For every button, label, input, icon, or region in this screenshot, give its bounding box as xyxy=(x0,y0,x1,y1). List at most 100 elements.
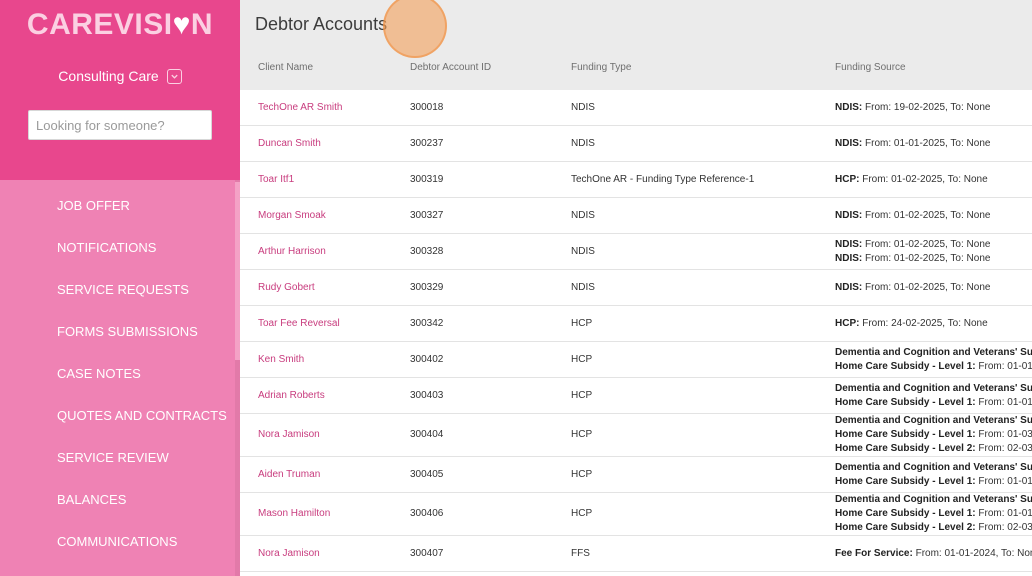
column-header-debtor-account-id[interactable]: Debtor Account ID xyxy=(410,62,491,73)
sidebar-item-balances[interactable]: BALANCES xyxy=(0,479,240,521)
debtor-account-id: 300407 xyxy=(410,547,444,559)
client-name-link[interactable]: TechOne AR Smith xyxy=(258,102,342,113)
funding-source-value: From: 01-01-2 xyxy=(978,360,1032,372)
funding-source-label: NDIS: xyxy=(835,101,863,113)
funding-source-value: From: 01-01-2 xyxy=(978,475,1032,487)
organization-switcher[interactable]: Consulting Care xyxy=(0,68,240,84)
client-name-link[interactable]: Nora Jamison xyxy=(258,548,320,559)
table-row[interactable]: Nora Jamison 300407 FFS Fee For Service: Fr… xyxy=(240,536,1032,572)
table-row[interactable]: Arthur Harrison 300328 NDIS NDIS: From: 01-… xyxy=(240,234,1032,270)
column-header-funding-type[interactable]: Funding Type xyxy=(571,62,631,73)
funding-type: NDIS xyxy=(571,245,595,257)
funding-source: Dementia and Cognition and Veterans' Sup… xyxy=(835,461,1032,489)
debtor-account-id: 300237 xyxy=(410,137,444,149)
table-row[interactable]: Duncan Smith 300237 NDIS NDIS: From: 01-01-… xyxy=(240,126,1032,162)
table-row[interactable]: TechOne AR Smith 300018 NDIS NDIS: From: 19… xyxy=(240,90,1032,126)
funding-source: Dementia and Cognition and Veterans' Sup… xyxy=(835,382,1032,410)
debtor-account-id: 300327 xyxy=(410,209,444,221)
funding-source-label: Fee For Service: xyxy=(835,547,913,559)
funding-source-line: Home Care Subsidy - Level 1: From: 01-01… xyxy=(835,475,1032,489)
table-row[interactable]: Nora Jamison 300404 HCP Dementia and Cognit… xyxy=(240,414,1032,457)
funding-source-label: Dementia and Cognition and Veterans' Sup… xyxy=(835,346,1032,358)
table-row[interactable]: Mason Hamilton 300406 HCP Dementia and Cogn… xyxy=(240,493,1032,536)
funding-source: Fee For Service: From: 01-01-2024, To: N… xyxy=(835,547,1032,561)
funding-source-value: From: 24-02-2025, To: None xyxy=(859,317,988,329)
funding-source-value: From: 02-03-2 xyxy=(978,443,1032,454)
funding-type: HCP xyxy=(571,353,593,365)
funding-source-label: Home Care Subsidy - Level 1: xyxy=(835,475,976,487)
funding-source-line: Home Care Subsidy - Level 2: From: 02-03… xyxy=(835,521,1032,535)
funding-source-line: Fee For Service: From: 01-01-2024, To: N… xyxy=(835,547,1032,561)
client-name-link[interactable]: Arthur Harrison xyxy=(258,246,326,257)
debtor-account-id: 300403 xyxy=(410,389,444,401)
client-name-link[interactable]: Mason Hamilton xyxy=(258,508,330,519)
funding-source-value: From: 02-03-2 xyxy=(978,522,1032,533)
funding-source-line: Dementia and Cognition and Veterans' Sup… xyxy=(835,414,1032,428)
client-name-link[interactable]: Nora Jamison xyxy=(258,429,320,440)
carevision-logo[interactable]: CAREVISI♥N xyxy=(0,8,240,42)
sidebar-item-case-notes[interactable]: CASE NOTES xyxy=(0,353,240,395)
table-row[interactable]: Toar Fee Reversal 300342 HCP HCP: From: 24-… xyxy=(240,306,1032,342)
funding-source: NDIS: From: 01-02-2025, To: None xyxy=(835,209,1032,223)
table-row[interactable]: Ken Smith 300402 HCP Dementia and Cognition… xyxy=(240,342,1032,378)
sidebar-item-service-requests[interactable]: SERVICE REQUESTS xyxy=(0,269,240,311)
debtor-account-id: 300329 xyxy=(410,281,444,293)
funding-source-label: Home Care Subsidy - Level 1: xyxy=(835,360,976,372)
debtor-account-id: 300328 xyxy=(410,245,444,257)
sidebar-item-forms-submissions[interactable]: FORMS SUBMISSIONS xyxy=(0,311,240,353)
sidebar-item-service-review[interactable]: SERVICE REVIEW xyxy=(0,437,240,479)
funding-type: HCP xyxy=(571,389,593,401)
table-row[interactable]: Aiden Truman 300405 HCP Dementia and Cognit… xyxy=(240,457,1032,493)
sidebar-item-quotes-and-contracts[interactable]: QUOTES AND CONTRACTS xyxy=(0,395,240,437)
funding-source-line: Dementia and Cognition and Veterans' Sup… xyxy=(835,493,1032,507)
funding-source-label: Home Care Subsidy - Level 2: xyxy=(835,522,976,533)
sidebar-nav: JOB OFFER NOTIFICATIONS SERVICE REQUESTS FO… xyxy=(0,185,240,563)
funding-source-label: NDIS: xyxy=(835,209,863,221)
funding-source-label: Home Care Subsidy - Level 1: xyxy=(835,429,976,440)
column-header-funding-source[interactable]: Funding Source xyxy=(835,62,906,73)
funding-source-line: Dementia and Cognition and Veterans' Sup… xyxy=(835,382,1032,396)
funding-source-value: From: 19-02-2025, To: None xyxy=(862,101,991,113)
debtor-account-id: 300319 xyxy=(410,173,444,185)
column-header-client-name[interactable]: Client Name xyxy=(258,62,313,73)
funding-source-label: HCP: xyxy=(835,317,860,329)
funding-type: HCP xyxy=(571,468,593,480)
funding-source-label: Home Care Subsidy - Level 1: xyxy=(835,396,976,408)
table-row[interactable]: Rudy Gobert 300329 NDIS NDIS: From: 01-02-2… xyxy=(240,270,1032,306)
table-row[interactable]: Morgan Smoak 300327 NDIS NDIS: From: 01-02-… xyxy=(240,198,1032,234)
client-name-link[interactable]: Adrian Roberts xyxy=(258,390,325,401)
debtor-account-id: 300342 xyxy=(410,317,444,329)
funding-source-label: NDIS: xyxy=(835,137,863,149)
funding-source-line: NDIS: From: 01-02-2025, To: None xyxy=(835,209,1032,223)
funding-source-line: NDIS: From: 01-02-2025, To: None xyxy=(835,252,1032,266)
client-name-link[interactable]: Rudy Gobert xyxy=(258,282,315,293)
funding-type: NDIS xyxy=(571,209,595,221)
sidebar-item-communications[interactable]: COMMUNICATIONS xyxy=(0,521,240,563)
funding-type: NDIS xyxy=(571,281,595,293)
funding-source-label: Home Care Subsidy - Level 2: xyxy=(835,443,976,454)
funding-source-label: Dementia and Cognition and Veterans' Sup… xyxy=(835,382,1032,394)
heart-icon: ♥ xyxy=(172,8,191,41)
client-name-link[interactable]: Toar Fee Reversal xyxy=(258,318,340,329)
funding-source: NDIS: From: 01-02-2025, To: None NDIS: Fr… xyxy=(835,238,1032,266)
client-name-link[interactable]: Ken Smith xyxy=(258,354,304,365)
search-input[interactable] xyxy=(28,110,212,140)
table-row[interactable]: Adrian Roberts 300403 HCP Dementia and Cogn… xyxy=(240,378,1032,414)
client-name-link[interactable]: Morgan Smoak xyxy=(258,210,326,221)
chevron-down-icon[interactable] xyxy=(166,68,182,84)
funding-type: FFS xyxy=(571,547,590,559)
funding-source-value: From: 01-01-2025, To: None xyxy=(862,137,991,149)
funding-type: TechOne AR - Funding Type Reference-1 xyxy=(571,173,755,185)
funding-type: HCP xyxy=(571,429,593,440)
client-name-link[interactable]: Toar Itf1 xyxy=(258,174,294,185)
debtor-account-id: 300404 xyxy=(410,429,444,440)
client-name-link[interactable]: Duncan Smith xyxy=(258,138,321,149)
organization-name: Consulting Care xyxy=(58,68,159,84)
sidebar-item-job-offer[interactable]: JOB OFFER xyxy=(0,185,240,227)
table-row[interactable]: Toar Itf1 300319 TechOne AR - Funding Type… xyxy=(240,162,1032,198)
client-name-link[interactable]: Aiden Truman xyxy=(258,469,320,480)
funding-source-label: NDIS: xyxy=(835,252,863,264)
main-content: Debtor Accounts Client Name Debtor Accou… xyxy=(240,0,1032,576)
sidebar-item-notifications[interactable]: NOTIFICATIONS xyxy=(0,227,240,269)
sidebar: CAREVISI♥N Consulting Care JOB OFFERNOTI… xyxy=(0,0,240,576)
